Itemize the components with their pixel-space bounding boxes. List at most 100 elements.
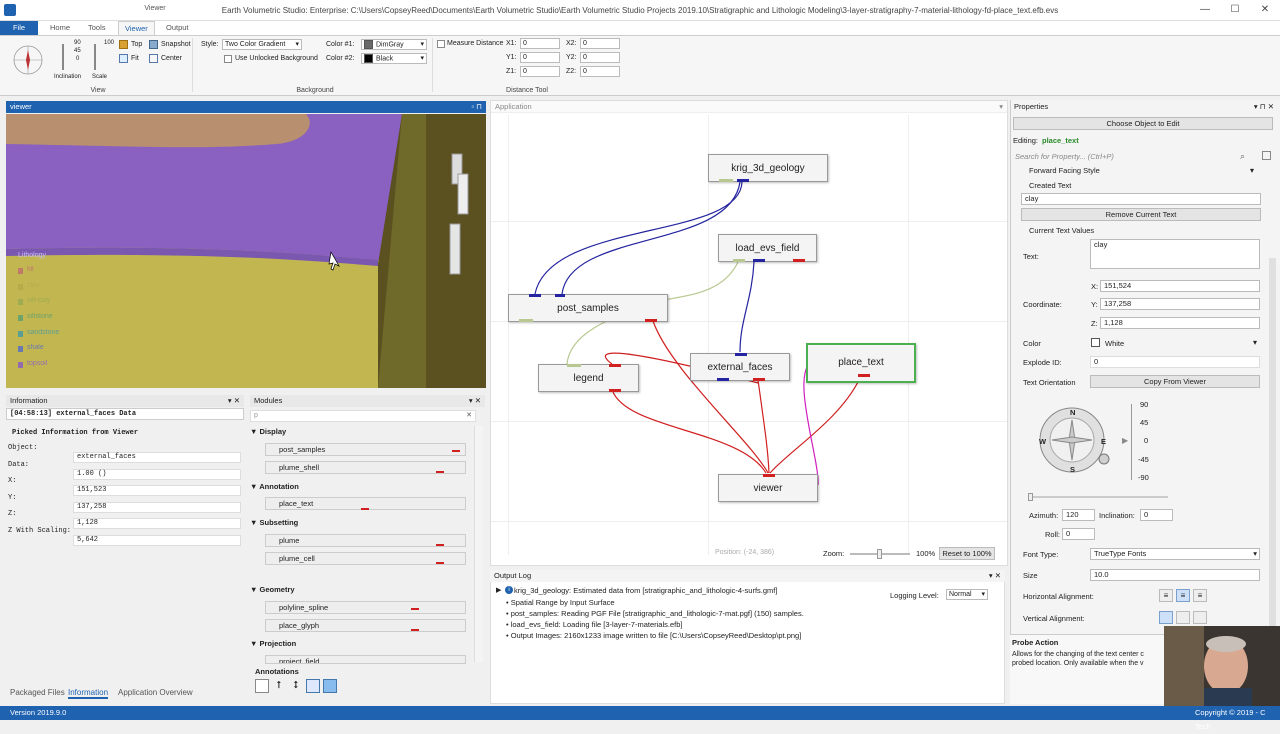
top-button[interactable]: Top bbox=[131, 41, 142, 48]
module-plume-shell[interactable]: plume_shell bbox=[265, 461, 466, 474]
properties-scrollbar[interactable] bbox=[1269, 258, 1276, 628]
font-type-select[interactable]: TrueType Fonts ▾ bbox=[1090, 548, 1260, 560]
y1-input[interactable]: 0 bbox=[520, 52, 560, 63]
node-port[interactable] bbox=[753, 378, 765, 381]
node-viewer[interactable]: viewer bbox=[718, 474, 818, 502]
arrow-updown-icon[interactable]: ⭥ bbox=[289, 679, 303, 693]
align-right-icon[interactable]: ≡ bbox=[1193, 589, 1207, 602]
node-port[interactable] bbox=[753, 259, 765, 262]
roll-slider-thumb[interactable] bbox=[1028, 493, 1033, 501]
close-window-button[interactable]: ✕ bbox=[1250, 4, 1280, 15]
measure-distance-checkbox[interactable] bbox=[437, 40, 445, 48]
viewer-scene[interactable] bbox=[6, 114, 486, 388]
image-icon[interactable] bbox=[323, 679, 337, 693]
close-icon[interactable]: ▾ ⊓ ✕ bbox=[1254, 101, 1274, 113]
azimuth-input[interactable]: 120 bbox=[1062, 509, 1095, 521]
zoom-slider-thumb[interactable] bbox=[877, 549, 882, 559]
node-external-faces[interactable]: external_faces bbox=[690, 353, 790, 381]
valign-middle-icon[interactable] bbox=[1176, 611, 1190, 624]
minimize-button[interactable]: — bbox=[1190, 4, 1220, 15]
node-port[interactable] bbox=[763, 474, 775, 477]
close-icon[interactable]: ▾ ✕ bbox=[228, 395, 240, 407]
window-icon[interactable] bbox=[306, 679, 320, 693]
category-annotation[interactable]: ▼ Annotation bbox=[250, 482, 299, 491]
node-port[interactable] bbox=[735, 353, 747, 356]
node-port[interactable] bbox=[555, 294, 565, 297]
y2-input[interactable]: 0 bbox=[580, 52, 620, 63]
node-port[interactable] bbox=[519, 319, 533, 322]
inclination-scale[interactable] bbox=[1131, 404, 1132, 480]
color-select[interactable]: White ▾ bbox=[1091, 337, 1261, 350]
node-post-samples[interactable]: post_samples bbox=[508, 294, 668, 322]
category-geometry[interactable]: ▼ Geometry bbox=[250, 585, 295, 594]
maximize-button[interactable]: ☐ bbox=[1220, 4, 1250, 15]
viewer-3d-canvas[interactable]: Lithology fill clay silt-clay siltstone sand… bbox=[6, 114, 486, 388]
annotation-text-icon[interactable] bbox=[255, 679, 269, 693]
module-project-field[interactable]: project_field bbox=[265, 655, 466, 664]
snapshot-button[interactable]: Snapshot bbox=[161, 41, 191, 48]
node-port[interactable] bbox=[719, 179, 733, 182]
align-center-icon[interactable]: ≡ bbox=[1176, 589, 1190, 602]
view-orientation-compass-icon[interactable] bbox=[8, 40, 48, 80]
close-icon[interactable]: ▾ ✕ bbox=[469, 395, 481, 407]
info-value[interactable]: 5,642 bbox=[73, 535, 241, 546]
module-polyline-spline[interactable]: polyline_spline bbox=[265, 601, 466, 614]
align-left-icon[interactable]: ≡ bbox=[1159, 589, 1173, 602]
information-header-line[interactable]: [04:58:13] external_faces Data bbox=[6, 408, 244, 420]
coord-y-input[interactable]: 137,258 bbox=[1100, 298, 1260, 310]
inclination-input[interactable]: 0 bbox=[1140, 509, 1173, 521]
inclination-slider[interactable] bbox=[62, 44, 64, 70]
zoom-slider[interactable] bbox=[850, 549, 910, 559]
expand-icon[interactable]: ▶ bbox=[496, 586, 501, 594]
module-plume-cell[interactable]: plume_cell bbox=[265, 552, 466, 565]
remove-text-button[interactable]: Remove Current Text bbox=[1021, 208, 1261, 221]
category-subsetting[interactable]: ▼ Subsetting bbox=[250, 518, 298, 527]
module-place-text[interactable]: place_text bbox=[265, 497, 466, 510]
tab-viewer[interactable]: Viewer bbox=[118, 21, 155, 35]
x1-input[interactable]: 0 bbox=[520, 38, 560, 49]
explode-id-input[interactable]: 0 bbox=[1090, 356, 1260, 368]
module-post-samples[interactable]: post_samples bbox=[265, 443, 466, 456]
reset-zoom-button[interactable]: Reset to 100% bbox=[939, 547, 995, 560]
modules-scrollbar[interactable] bbox=[474, 426, 483, 662]
clear-search-icon[interactable]: ✕ bbox=[466, 411, 472, 421]
z1-input[interactable]: 0 bbox=[520, 66, 560, 77]
x2-input[interactable]: 0 bbox=[580, 38, 620, 49]
node-port[interactable] bbox=[717, 378, 729, 381]
node-port[interactable] bbox=[609, 364, 621, 367]
fit-button[interactable]: Fit bbox=[131, 55, 139, 62]
node-port[interactable] bbox=[529, 294, 541, 297]
pin-icon[interactable]: ▫ ⊓ bbox=[471, 101, 482, 113]
list-view-icon[interactable] bbox=[1262, 151, 1271, 160]
color1-select[interactable]: DimGray ▾ bbox=[361, 39, 427, 50]
node-legend[interactable]: legend bbox=[538, 364, 639, 392]
tab-tools[interactable]: Tools bbox=[82, 21, 112, 35]
node-port[interactable] bbox=[737, 179, 749, 182]
node-port[interactable] bbox=[567, 364, 581, 367]
text-value-input[interactable]: clay bbox=[1090, 239, 1260, 269]
coord-z-input[interactable]: 1,128 bbox=[1100, 317, 1260, 329]
node-place-text[interactable]: place_text bbox=[806, 343, 916, 383]
property-search-input[interactable]: Search for Property... (Ctrl+P) bbox=[1015, 152, 1114, 161]
chevron-down-icon[interactable]: ▾ bbox=[1250, 166, 1254, 175]
tab-packaged-files[interactable]: Packaged Files bbox=[10, 688, 65, 697]
use-unlocked-checkbox[interactable] bbox=[224, 55, 232, 63]
module-place-glyph[interactable]: place_glyph bbox=[265, 619, 466, 632]
node-load-evs-field[interactable]: load_evs_field bbox=[718, 234, 817, 262]
node-port[interactable] bbox=[793, 259, 805, 262]
roll-input[interactable]: 0 bbox=[1062, 528, 1095, 540]
color2-select[interactable]: Black ▾ bbox=[361, 53, 427, 64]
node-port[interactable] bbox=[645, 319, 657, 322]
node-port[interactable] bbox=[858, 374, 870, 377]
close-icon[interactable]: ▾ ✕ bbox=[989, 570, 1001, 582]
logging-level-select[interactable]: Normal ▾ bbox=[946, 589, 988, 600]
scale-slider[interactable] bbox=[94, 44, 96, 70]
z2-input[interactable]: 0 bbox=[580, 66, 620, 77]
inclination-pointer-icon[interactable]: ▶ bbox=[1122, 436, 1128, 445]
style-select[interactable]: Two Color Gradient ▾ bbox=[222, 39, 302, 50]
roll-slider[interactable] bbox=[1028, 493, 1168, 501]
node-port[interactable] bbox=[733, 259, 745, 262]
tab-file[interactable]: File bbox=[0, 21, 38, 35]
tab-output[interactable]: Output bbox=[160, 21, 195, 35]
category-projection[interactable]: ▼ Projection bbox=[250, 639, 296, 648]
